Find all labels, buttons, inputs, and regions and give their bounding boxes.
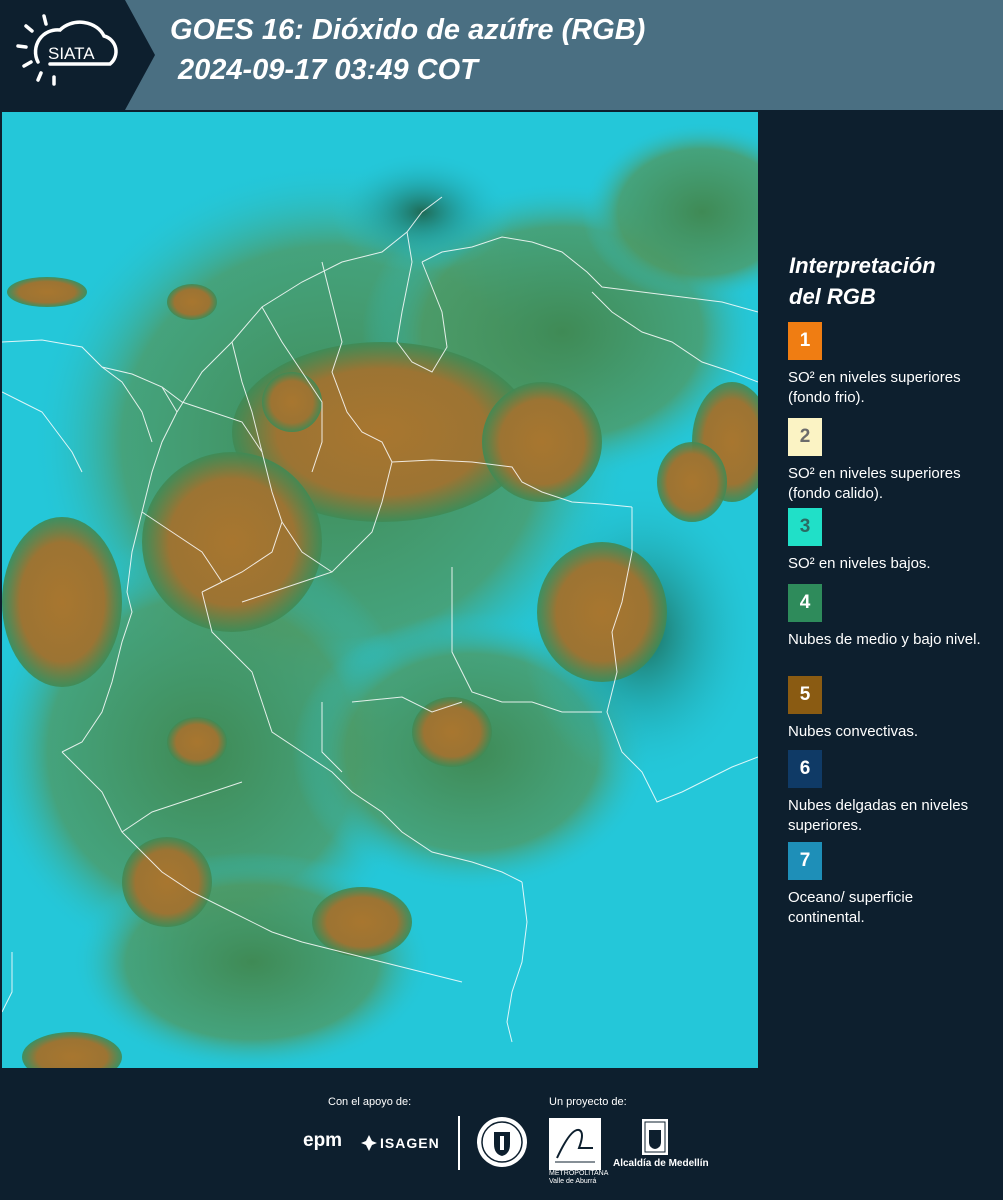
- footer: Con el apoyo de: Un proyecto de: epm ISA…: [0, 1068, 1003, 1200]
- satellite-image: [2, 112, 758, 1068]
- legend-swatch: 2: [788, 418, 822, 456]
- legend-label: Nubes delgadas en niveles superiores.: [788, 797, 969, 834]
- legend-item-4: 4 Nubes de medio y bajo nivel.: [788, 584, 993, 650]
- legend-swatch: 3: [788, 508, 822, 546]
- isagen-logo: ISAGEN: [380, 1135, 440, 1151]
- siata-logo-text: SIATA: [48, 44, 95, 63]
- legend-swatch: 5: [788, 676, 822, 714]
- legend-item-3: 3 SO² en niveles bajos.: [788, 508, 993, 574]
- legend-title-line1: Interpretación: [789, 253, 936, 278]
- alcaldia-medellin-text: Alcaldía de Medellín: [613, 1158, 709, 1169]
- legend-title-line2: del RGB: [789, 284, 876, 309]
- satellite-map: [2, 112, 758, 1068]
- area-metropolitana-logo: [549, 1118, 601, 1170]
- rgb-legend: Interpretación del RGB 1 SO² en niveles …: [760, 110, 1003, 1068]
- header-bar: SIATA GOES 16: Dióxido de azúfre (RGB) 2…: [0, 0, 1003, 110]
- legend-item-7: 7 Oceano/ superficie continental.: [788, 842, 993, 928]
- area-metropolitana-text: METROPOLITANA Valle de Aburrá: [549, 1170, 608, 1185]
- legend-swatch: 1: [788, 322, 822, 360]
- legend-label: SO² en niveles superiores (fondo frio).: [788, 369, 961, 406]
- legend-item-6: 6 Nubes delgadas en niveles superiores.: [788, 750, 993, 836]
- medellin-seal-icon: [477, 1117, 527, 1167]
- legend-label: Nubes convectivas.: [788, 723, 919, 740]
- legend-label: Oceano/ superficie continental.: [788, 889, 914, 926]
- legend-swatch: 4: [788, 584, 822, 622]
- legend-item-2: 2 SO² en niveles superiores (fondo calid…: [788, 418, 993, 504]
- legend-item-5: 5 Nubes convectivas.: [788, 676, 993, 742]
- legend-swatch: 7: [788, 842, 822, 880]
- legend-label: Nubes de medio y bajo nivel.: [788, 631, 981, 648]
- epm-logo: epm: [303, 1130, 343, 1151]
- legend-swatch: 6: [788, 750, 822, 788]
- alcaldia-shield-icon: [642, 1119, 668, 1155]
- siata-logo: SIATA: [0, 0, 155, 110]
- legend-item-1: 1 SO² en niveles superiores (fondo frio)…: [788, 322, 993, 408]
- legend-label: SO² en niveles superiores (fondo calido)…: [788, 465, 961, 502]
- isagen-icon: [361, 1135, 377, 1151]
- support-label: Con el apoyo de:: [328, 1096, 412, 1108]
- legend-label: SO² en niveles bajos.: [788, 555, 931, 572]
- project-label: Un proyecto de:: [549, 1096, 627, 1108]
- timestamp: 2024-09-17 03:49 COT: [178, 54, 478, 86]
- legend-title: Interpretación del RGB: [789, 250, 989, 312]
- footer-divider: [458, 1116, 460, 1170]
- page-title: GOES 16: Dióxido de azúfre (RGB): [170, 14, 646, 46]
